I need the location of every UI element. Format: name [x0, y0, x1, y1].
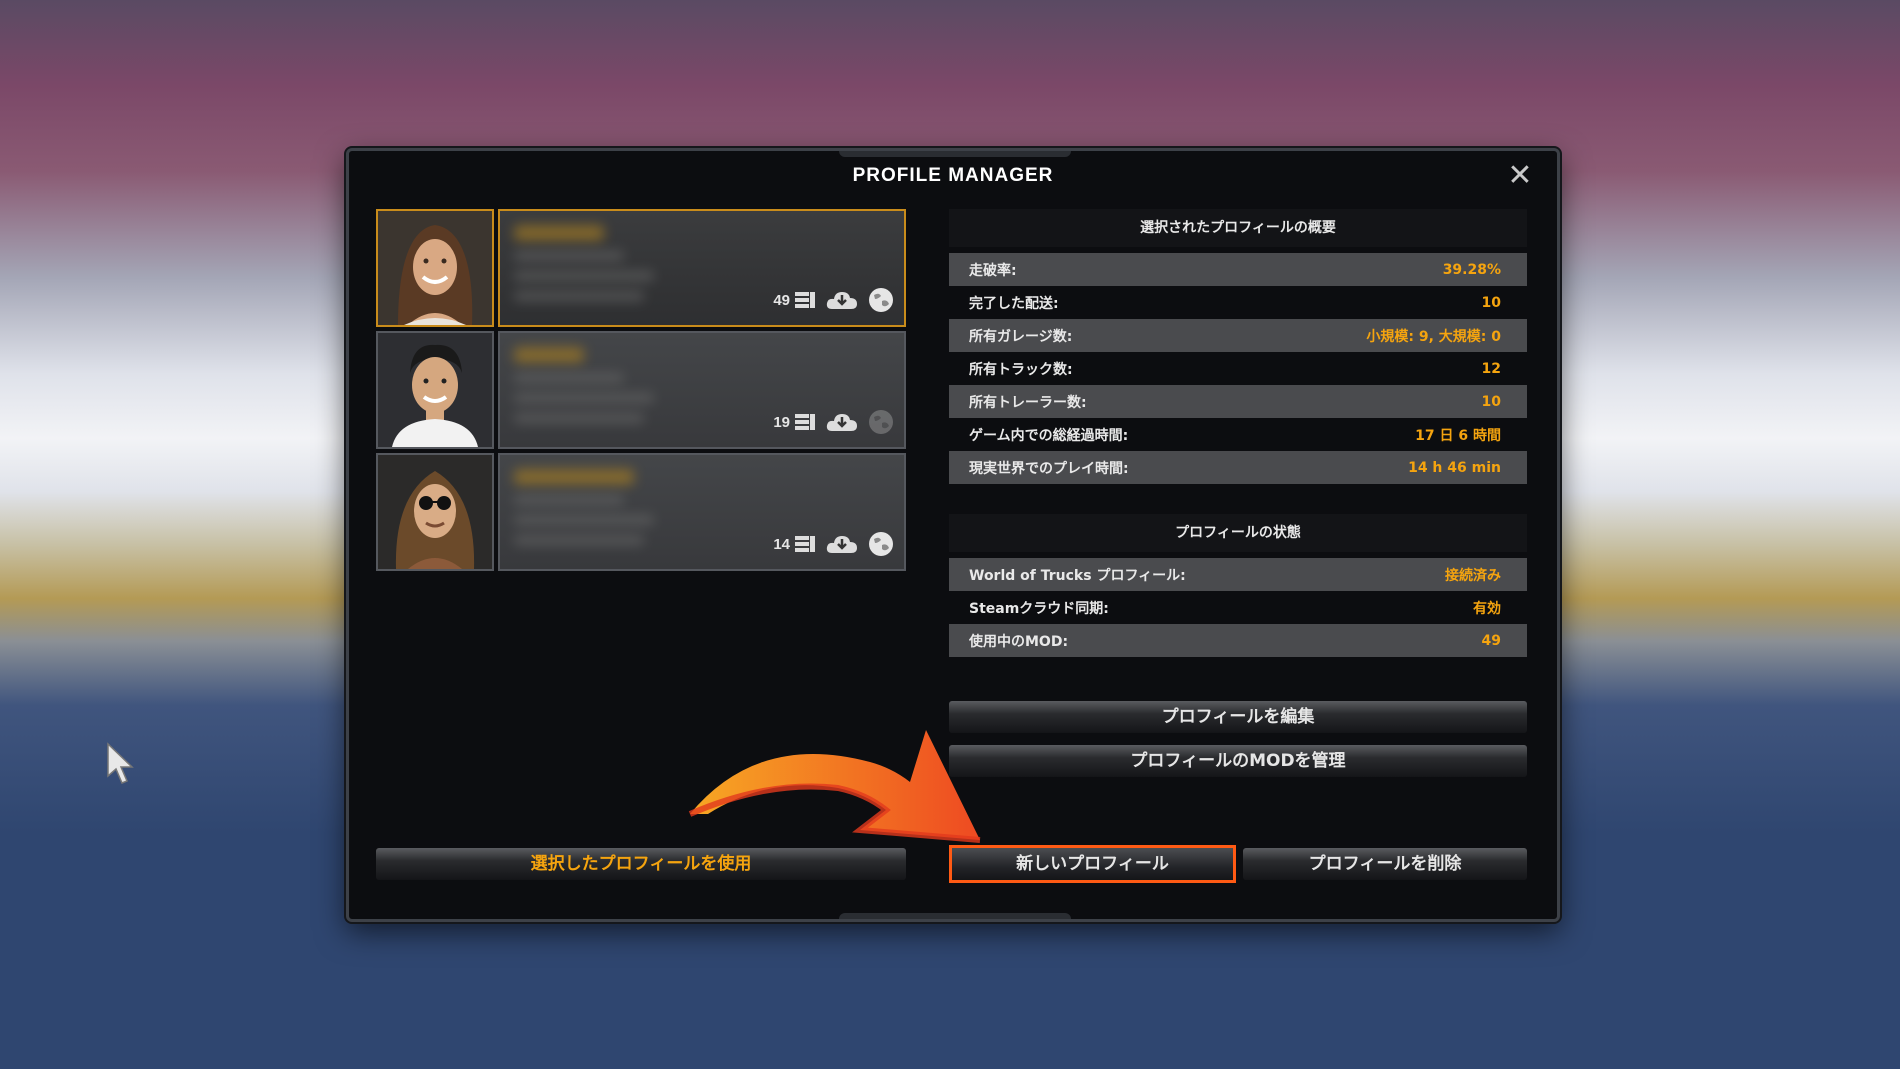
mod-count: 14 [773, 535, 790, 553]
cloud-sync-icon [826, 292, 857, 309]
blurred-line [514, 495, 624, 505]
cloud-sync-icon [826, 536, 857, 553]
stat-row: 走破率: 39.28% [949, 253, 1527, 286]
stat-value: 10 [1481, 393, 1501, 410]
status-label: 使用中のMOD: [969, 633, 1069, 650]
title-tab-decoration [839, 151, 1071, 157]
profile-card[interactable]: 14 [498, 453, 906, 571]
stat-value: 17 日 6 時間 [1415, 427, 1501, 444]
close-icon[interactable]: ✕ [1505, 161, 1535, 191]
avatar [376, 453, 494, 571]
delete-profile-button[interactable]: プロフィールを削除 [1243, 848, 1527, 880]
stat-row: 所有トラック数: 12 [949, 352, 1527, 385]
annotation-arrow-icon [688, 730, 981, 843]
stat-label: 現実世界でのプレイ時間: [969, 460, 1129, 477]
profile-item[interactable]: 14 [376, 453, 906, 571]
profile-item[interactable]: 49 [376, 209, 906, 327]
blurred-line [514, 251, 624, 261]
stat-label: 所有トラック数: [969, 361, 1073, 378]
status-label: Steamクラウド同期: [969, 600, 1109, 617]
blurred-line [514, 291, 644, 301]
mods-list-icon [795, 292, 815, 308]
mods-list-icon [795, 414, 815, 430]
profile-card[interactable]: 19 [498, 331, 906, 449]
man-portrait-icon [378, 333, 492, 447]
long-hair-man-sunglasses-portrait-icon [378, 455, 492, 569]
woman-portrait-icon [378, 211, 492, 325]
status-row: 使用中のMOD: 49 [949, 624, 1527, 657]
blurred-profile-name [514, 347, 584, 363]
summary-table: 走破率: 39.28% 完了した配送: 10 所有ガレージ数: 小規模: 9, 大規模… [949, 253, 1527, 484]
edit-profile-button[interactable]: プロフィールを編集 [949, 701, 1527, 733]
stat-row: 完了した配送: 10 [949, 286, 1527, 319]
status-value: 49 [1481, 632, 1501, 649]
profile-card[interactable]: 49 [498, 209, 906, 327]
blurred-line [514, 515, 654, 525]
world-of-trucks-globe-icon [869, 410, 893, 434]
blurred-profile-name [514, 469, 634, 485]
stat-row: 所有トレーラー数: 10 [949, 385, 1527, 418]
mouse-cursor-icon [107, 742, 134, 784]
cloud-sync-icon [826, 414, 857, 431]
manage-profile-mods-button[interactable]: プロフィールのMODを管理 [949, 745, 1527, 777]
world-of-trucks-globe-icon [869, 288, 893, 312]
stat-value: 12 [1481, 360, 1501, 377]
stat-value: 39.28% [1442, 261, 1501, 278]
profile-meta: 14 [773, 531, 894, 557]
dialog-title: PROFILE MANAGER [852, 165, 1054, 186]
blurred-line [514, 413, 644, 423]
world-of-trucks-globe-icon [869, 532, 893, 556]
stat-label: 所有トレーラー数: [969, 394, 1087, 411]
profile-details-panel: 選択されたプロフィールの概要 走破率: 39.28% 完了した配送: 10 所有ガレ… [949, 209, 1527, 777]
status-value: 有効 [1473, 600, 1501, 617]
blurred-line [514, 393, 654, 403]
profile-list: 49 19 14 [376, 209, 906, 575]
stat-label: 所有ガレージ数: [969, 328, 1073, 345]
new-profile-button[interactable]: 新しいプロフィール [949, 845, 1236, 883]
mod-count: 49 [773, 291, 790, 309]
status-table: World of Trucks プロフィール: 接続済み Steamクラウド同期:… [949, 558, 1527, 657]
stat-value: 小規模: 9, 大規模: 0 [1366, 328, 1501, 345]
stat-row: 現実世界でのプレイ時間: 14 h 46 min [949, 451, 1527, 484]
summary-heading: 選択されたプロフィールの概要 [949, 209, 1527, 247]
profile-meta: 19 [773, 409, 894, 435]
avatar [376, 209, 494, 327]
status-value: 接続済み [1445, 567, 1501, 584]
status-heading: プロフィールの状態 [949, 514, 1527, 552]
mod-count: 19 [773, 413, 790, 431]
avatar [376, 331, 494, 449]
bottom-tab-decoration [839, 913, 1071, 919]
stat-label: 走破率: [969, 262, 1017, 279]
stat-value: 10 [1481, 294, 1501, 311]
stat-row: ゲーム内での総経過時間: 17 日 6 時間 [949, 418, 1527, 451]
profile-meta: 49 [773, 287, 894, 313]
status-label: World of Trucks プロフィール: [969, 567, 1186, 584]
blurred-line [514, 535, 644, 545]
stat-row: 所有ガレージ数: 小規模: 9, 大規模: 0 [949, 319, 1527, 352]
profile-item[interactable]: 19 [376, 331, 906, 449]
status-row: Steamクラウド同期: 有効 [949, 591, 1527, 624]
stat-label: ゲーム内での総経過時間: [969, 427, 1129, 444]
blurred-line [514, 271, 654, 281]
mods-list-icon [795, 536, 815, 552]
blurred-profile-name [514, 225, 604, 241]
stat-label: 完了した配送: [969, 295, 1059, 312]
blurred-line [514, 373, 624, 383]
status-row: World of Trucks プロフィール: 接続済み [949, 558, 1527, 591]
use-selected-profile-button[interactable]: 選択したプロフィールを使用 [376, 848, 906, 880]
stat-value: 14 h 46 min [1408, 459, 1501, 476]
